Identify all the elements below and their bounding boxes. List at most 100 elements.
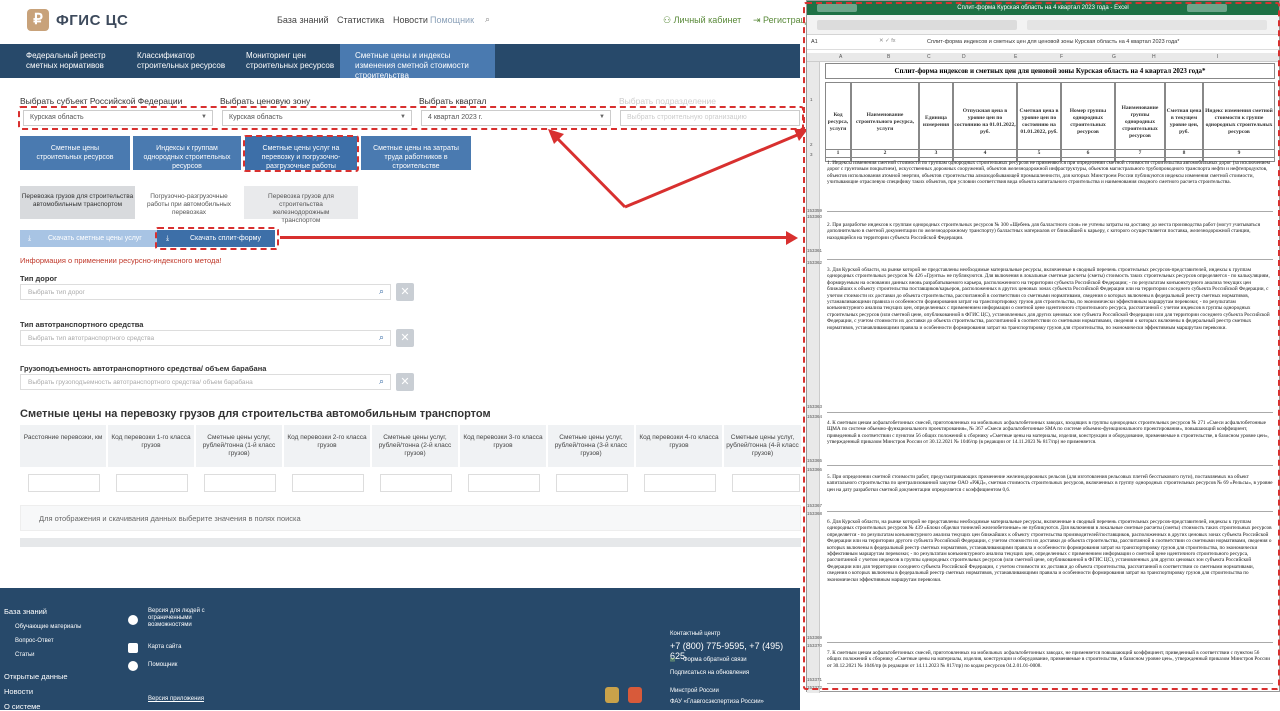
footer-kb-item[interactable]: Вопрос-Ответ [15, 638, 54, 644]
search-icon[interactable]: ⌕ [485, 14, 490, 25]
table-header[interactable]: Расстояние перевозки, км [20, 425, 106, 467]
filter-input[interactable] [556, 474, 628, 492]
table-header-label: Расстояние перевозки, км [23, 434, 103, 441]
footer-subscribe[interactable]: Подписаться на обновления [670, 670, 749, 676]
tab-highlight [243, 135, 359, 172]
zone-label: Выбрать ценовую зону [220, 96, 311, 106]
sitemap-icon [128, 643, 138, 653]
table-header-label: Код перевозки 1-го класса грузов [111, 434, 191, 449]
footer-kb-item[interactable]: Обучающие материалы [15, 624, 81, 630]
emblem-icon [605, 687, 619, 703]
tab-labor-costs[interactable]: Сметные цены на затраты труда работников… [361, 136, 471, 170]
subtab-auto[interactable]: Перевозка грузов для строительства автом… [20, 186, 135, 219]
contact-title: Контактный центр [670, 631, 721, 637]
arrow-line [280, 236, 788, 239]
register-link[interactable]: ⇥ Регистрац [753, 15, 806, 26]
excel-highlight [803, 2, 1280, 690]
cabinet-link[interactable]: ⚇ Личный кабинет [663, 15, 741, 26]
tab-group-indexes[interactable]: Индексы к группам однородных строительны… [133, 136, 241, 170]
footer-news[interactable]: Новости [4, 687, 33, 696]
table-header-label: Код перевозки 2-го класса грузов [287, 434, 367, 449]
main-nav-item-prices[interactable]: Сметные цены и индексы изменения сметной… [355, 51, 490, 81]
table-header-label: Сметные цены услуг, рублей/тонна (3-й кл… [554, 434, 628, 457]
register-icon: ⇥ [753, 15, 764, 25]
logo-icon[interactable]: ₽ [27, 9, 49, 31]
table-header[interactable]: Сметные цены услуг, рублей/тонна (3-й кл… [548, 425, 634, 467]
footer-kb-item[interactable]: Статьи [15, 652, 34, 658]
vehicle-type-label: Тип автотранспортного средства [20, 320, 144, 329]
road-type-input[interactable]: Выбрать тип дорог ⌕ [20, 284, 391, 300]
table-header-label: Код перевозки 3-го класса грузов [463, 434, 543, 449]
road-type-label: Тип дорог [20, 274, 58, 283]
nav-knowledge-base[interactable]: База знаний [277, 15, 329, 25]
subtab-rail[interactable]: Перевозка грузов для строительства желез… [244, 186, 358, 224]
clear-icon[interactable]: ✕ [396, 283, 414, 301]
tab-resource-prices[interactable]: Сметные цены строительных ресурсов [20, 136, 130, 170]
search-icon: ⌕ [378, 286, 384, 296]
capacity-placeholder: Выбрать грузоподъемность автотранспортно… [28, 379, 253, 386]
horizontal-scrollbar[interactable] [20, 538, 801, 547]
table-header[interactable]: Код перевозки 3-го класса грузов [460, 425, 546, 467]
section-title: Сметные цены на перевозку грузов для стр… [20, 408, 491, 420]
nav-statistics[interactable]: Статистика [337, 15, 384, 25]
road-type-placeholder: Выбрать тип дорог [28, 289, 85, 296]
footer-apps[interactable]: Версия приложения [148, 696, 204, 702]
footer-helper[interactable]: Помощник [148, 662, 177, 668]
table-header[interactable]: Сметные цены услуг, рублей/тонна (1-й кл… [196, 425, 282, 467]
filter-input[interactable] [468, 474, 540, 492]
filter-input[interactable] [204, 474, 276, 492]
footer-minstroy[interactable]: Минстрой России [670, 688, 719, 694]
footer-sitemap[interactable]: Карта сайта [148, 644, 181, 650]
vehicle-type-placeholder: Выбрать тип автотранспортного средства [28, 335, 155, 342]
capacity-label: Грузоподъемность автотранспортного средс… [20, 364, 267, 373]
nav-assistant[interactable]: Помощник [430, 15, 474, 25]
vehicle-type-input[interactable]: Выбрать тип автотранспортного средства ⌕ [20, 330, 391, 346]
arrow-graphic [548, 129, 808, 209]
empty-info: Для отображения и скачивания данных выбе… [20, 505, 801, 531]
expertise-logo-icon [628, 687, 642, 703]
extra-label: Выбрать подразделение [619, 96, 717, 106]
logo-text[interactable]: ФГИС ЦС [56, 12, 128, 29]
capacity-input[interactable]: Выбрать грузоподъемность автотранспортно… [20, 374, 391, 390]
download-icon: ⤓ [28, 235, 32, 242]
footer-kb[interactable]: База знаний [4, 607, 47, 616]
table-header[interactable]: Сметные цены услуг, рублей/тонна (4-й кл… [724, 425, 801, 467]
mail-icon: ✉ [670, 658, 676, 664]
clear-icon[interactable]: ✕ [396, 329, 414, 347]
filter-input[interactable] [380, 474, 452, 492]
table-header[interactable]: Код перевозки 2-го класса грузов [284, 425, 370, 467]
clear-icon[interactable]: ✕ [396, 373, 414, 391]
footer-open-data[interactable]: Открытые данные [4, 672, 68, 681]
filter-input[interactable] [28, 474, 100, 492]
main-nav-item-registry[interactable]: Федеральный реестр сметных нормативов [26, 51, 121, 71]
subtab-loading[interactable]: Погрузочно-разгрузочные работы при автом… [136, 186, 242, 219]
eye-icon [128, 615, 138, 625]
nav-news[interactable]: Новости [393, 15, 428, 25]
main-nav: Федеральный реестр сметных нормативов Кл… [0, 44, 800, 81]
download-prices-label: Скачать сметные цены услуг [48, 235, 142, 242]
cabinet-label: Личный кабинет [673, 15, 742, 25]
footer-feedback[interactable]: Форма обратной связи [683, 657, 747, 663]
main-nav-item-classifier[interactable]: Классификатор строительных ресурсов [137, 51, 227, 71]
table-header[interactable]: Код перевозки 4-го класса грузов [636, 425, 722, 467]
footer-fau[interactable]: ФАУ «Главгосэкспертиза России» [670, 699, 764, 705]
filter-input[interactable] [116, 474, 188, 492]
table-header[interactable]: Сметные цены услуг, рублей/тонна (2-й кл… [372, 425, 458, 467]
table-header-label: Сметные цены услуг, рублей/тонна (1-й кл… [202, 434, 276, 457]
footer: База знаний Обучающие материалы Вопрос-О… [0, 588, 800, 711]
table-header-label: Код перевозки 4-го класса грузов [639, 434, 719, 449]
search-icon: ⌕ [378, 376, 384, 386]
subject-label: Выбрать субъект Российской Федерации [20, 96, 183, 106]
table-header-label: Сметные цены услуг, рублей/тонна (4-й кл… [726, 434, 799, 457]
play-icon [128, 661, 138, 671]
quarter-label: Выбрать квартал [419, 96, 487, 106]
footer-a11y[interactable]: Версия для людей с ограниченными возможн… [148, 608, 218, 629]
filter-input[interactable] [644, 474, 716, 492]
filter-input[interactable] [292, 474, 364, 492]
table-header[interactable]: Код перевозки 1-го класса грузов [108, 425, 194, 467]
download-prices-button[interactable]: ⤓ Скачать сметные цены услуг [20, 230, 157, 247]
warning-text[interactable]: Информация о применении ресурсно-индексн… [20, 256, 222, 265]
main-nav-item-monitoring[interactable]: Мониторинг цен строительных ресурсов [246, 51, 336, 71]
user-icon: ⚇ [663, 15, 674, 25]
filter-input[interactable] [732, 474, 800, 492]
